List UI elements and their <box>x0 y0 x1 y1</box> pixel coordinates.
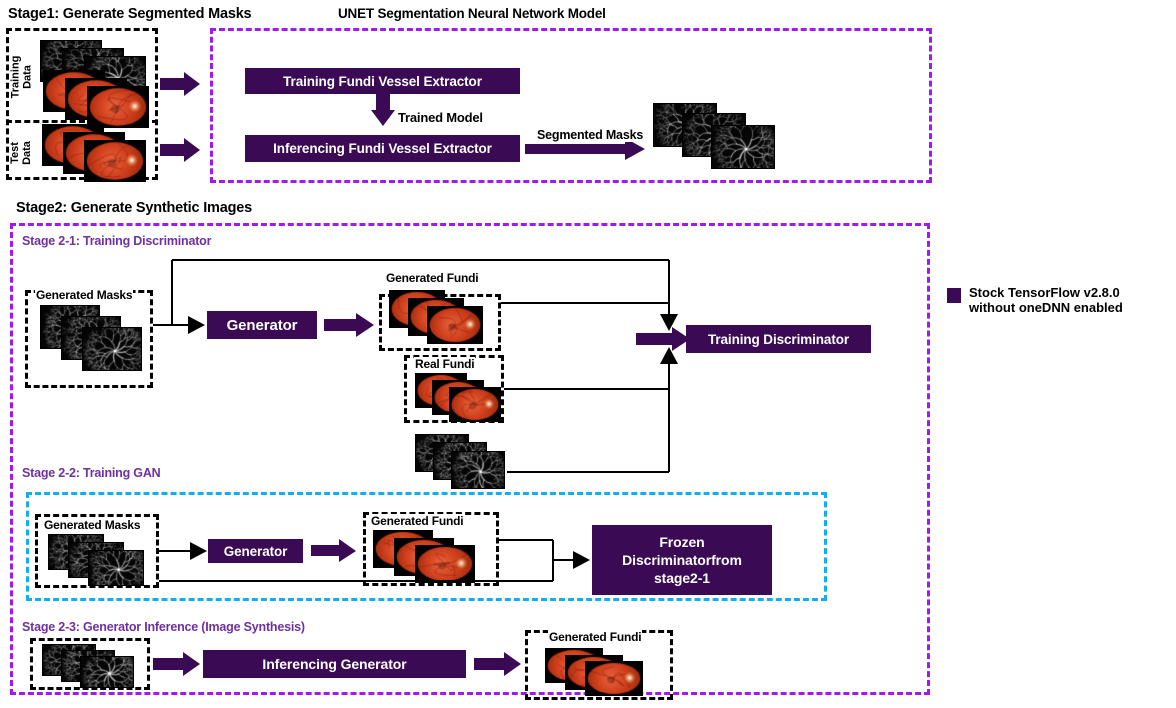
stage2-3-arrow-layer <box>153 652 521 676</box>
legend: Stock TensorFlow v2.8.0 without oneDNN e… <box>947 285 1123 315</box>
arrow-s23-masks-to-generator <box>153 652 200 676</box>
arrow-s23-generator-to-fundi <box>474 652 521 676</box>
legend-line-1: Stock TensorFlow v2.8.0 <box>969 285 1120 300</box>
legend-swatch-icon <box>947 288 961 303</box>
legend-line-2: without oneDNN enabled <box>969 300 1123 315</box>
